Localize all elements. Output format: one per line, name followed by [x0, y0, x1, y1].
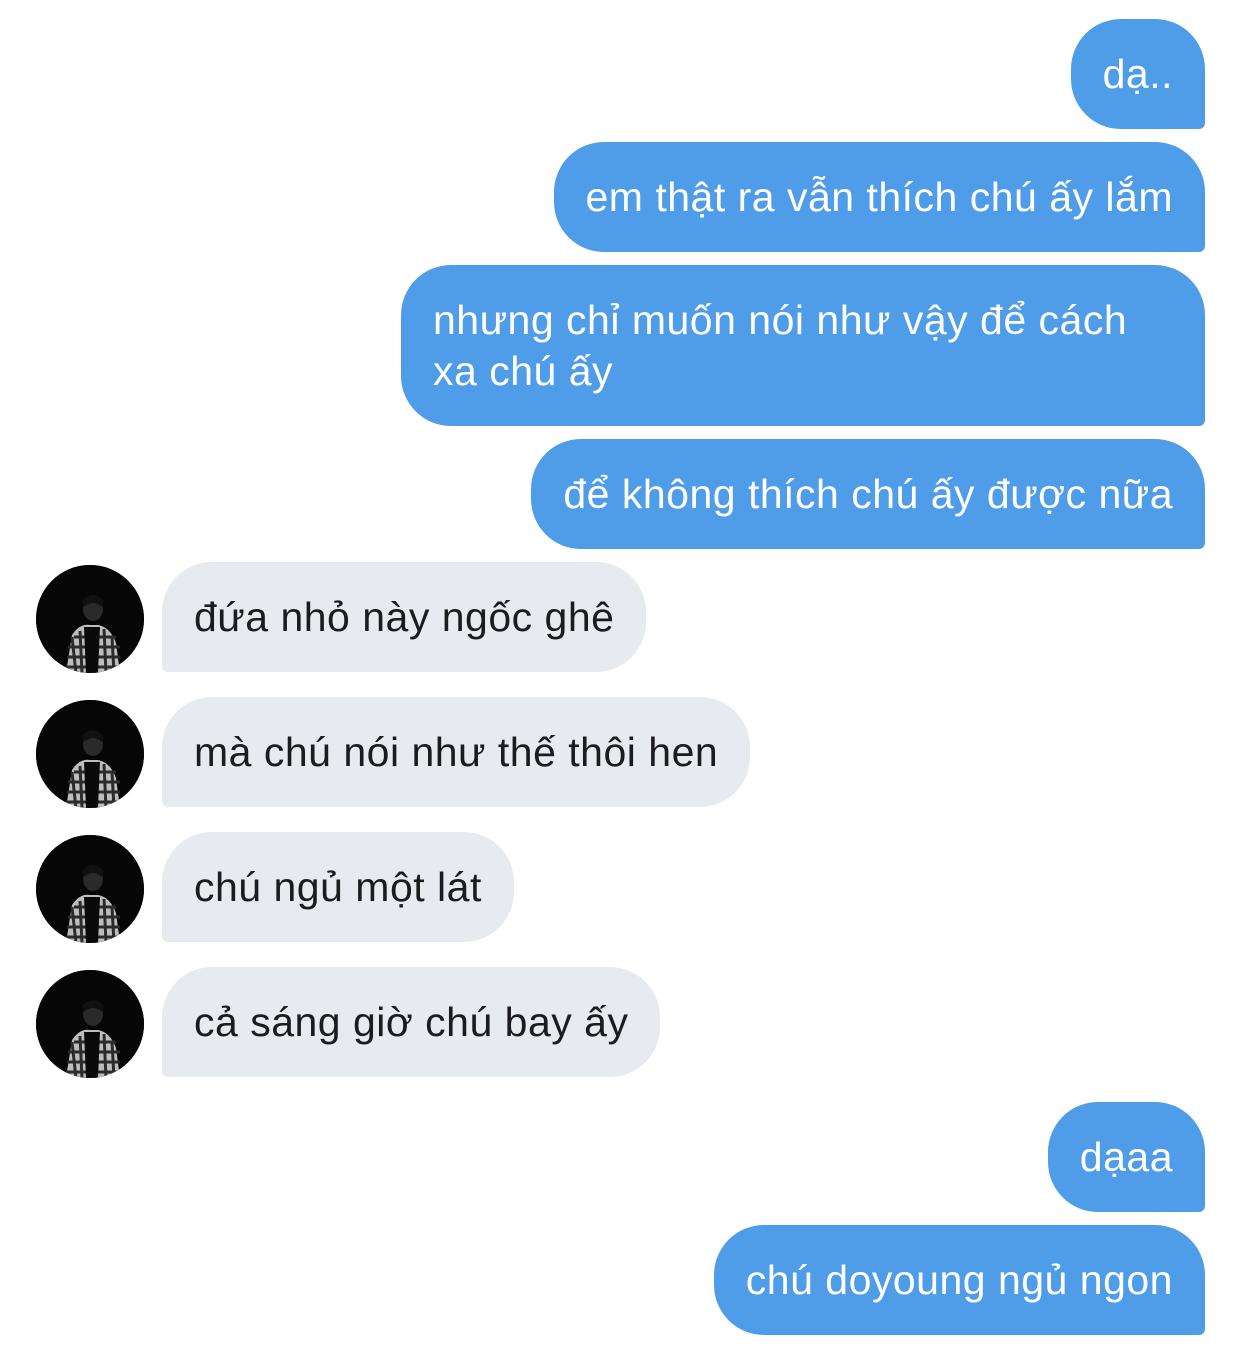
message-text: em thật ra vẫn thích chú ấy lắm — [585, 173, 1173, 220]
message-text: để không thích chú ấy được nữa — [563, 470, 1173, 517]
contact-avatar[interactable] — [36, 700, 144, 808]
sent-message-bubble[interactable]: dạ.. — [1070, 19, 1205, 129]
contact-avatar[interactable] — [36, 970, 144, 1078]
received-message-bubble[interactable]: mà chú nói như thế thôi hen — [162, 697, 751, 807]
sent-message-bubble[interactable]: nhưng chỉ muốn nói như vậy để cách xa ch… — [401, 265, 1205, 426]
contact-avatar[interactable] — [36, 565, 144, 673]
contact-avatar[interactable] — [36, 835, 144, 943]
message-text: dạ.. — [1102, 50, 1173, 97]
avatar-photo-icon — [36, 970, 144, 1078]
message-text: dạaa — [1079, 1133, 1173, 1180]
message-text: mà chú nói như thế thôi hen — [194, 728, 719, 775]
avatar-photo-icon — [36, 835, 144, 943]
received-message-bubble[interactable]: đứa nhỏ này ngốc ghê — [162, 562, 647, 672]
message-text: đứa nhỏ này ngốc ghê — [194, 593, 615, 640]
sent-message-bubble[interactable]: chú doyoung ngủ ngon — [713, 1225, 1205, 1335]
sent-message-bubble[interactable]: để không thích chú ấy được nữa — [531, 439, 1205, 549]
message-text: chú ngủ một lát — [194, 863, 482, 910]
sent-message-bubble[interactable]: em thật ra vẫn thích chú ấy lắm — [553, 142, 1205, 252]
message-text: nhưng chỉ muốn nói như vậy để cách xa ch… — [433, 296, 1140, 394]
received-message-bubble[interactable]: cả sáng giờ chú bay ấy — [162, 967, 661, 1077]
received-message-bubble[interactable]: chú ngủ một lát — [162, 832, 514, 942]
avatar-photo-icon — [36, 565, 144, 673]
message-text: cả sáng giờ chú bay ấy — [194, 998, 629, 1045]
avatar-photo-icon — [36, 700, 144, 808]
sent-message-bubble[interactable]: dạaa — [1047, 1102, 1205, 1212]
message-text: chú doyoung ngủ ngon — [745, 1256, 1173, 1303]
